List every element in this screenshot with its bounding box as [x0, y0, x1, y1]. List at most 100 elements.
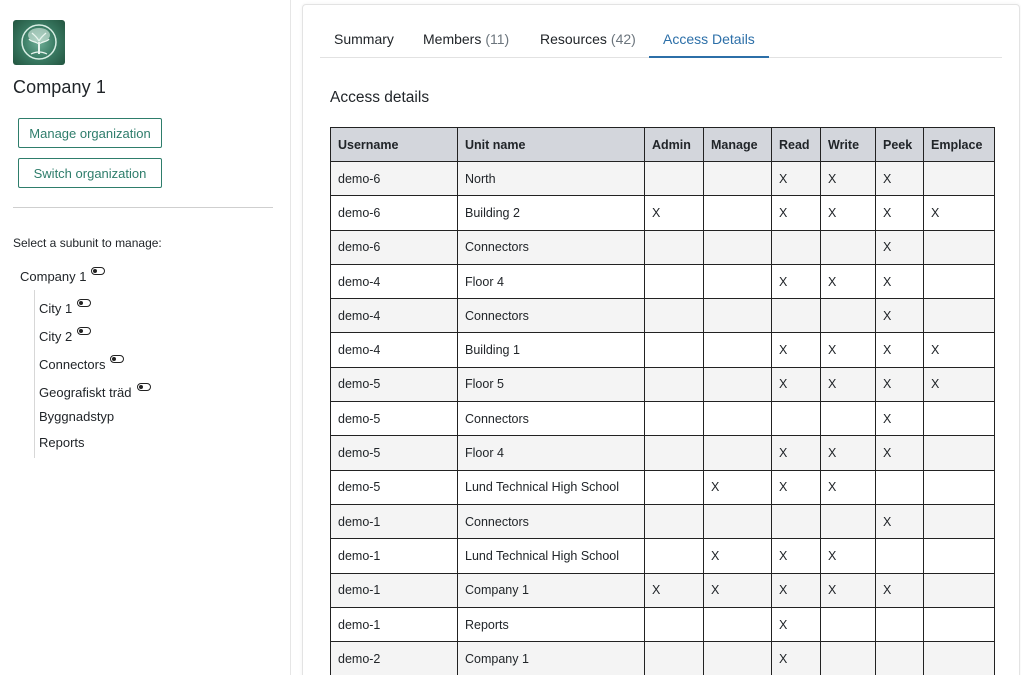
table-cell	[771, 503, 821, 540]
tab-access-details[interactable]: Access Details	[649, 24, 769, 58]
tab-label: Access Details	[663, 31, 755, 47]
table-cell: X	[771, 606, 821, 643]
table-cell: X	[703, 469, 772, 505]
table-cell: X	[820, 572, 876, 608]
table-row: demo-1 Reports X	[330, 606, 995, 643]
tree-connector-line	[34, 290, 35, 458]
table-cell: demo-6	[330, 195, 458, 231]
table-cell: X	[771, 160, 821, 197]
tree-item-city-1[interactable]: City 1	[39, 299, 92, 316]
table-cell: X	[820, 435, 876, 471]
table-cell: X	[771, 538, 821, 574]
toggle-icon[interactable]	[91, 267, 106, 275]
table-cell: Building 1	[457, 332, 645, 368]
table-cell: X	[771, 435, 821, 471]
table-cell: X	[923, 332, 995, 368]
table-cell: X	[771, 195, 821, 231]
column-header[interactable]: Emplace	[923, 127, 995, 162]
table-row: demo-4 Connectors X	[330, 298, 995, 334]
table-cell	[644, 435, 704, 471]
table-cell: X	[703, 538, 772, 574]
tab-resources[interactable]: Resources (42)	[526, 24, 650, 58]
table-cell	[703, 332, 772, 368]
table-cell	[771, 401, 821, 437]
table-cell: X	[875, 298, 924, 334]
table-cell	[771, 298, 821, 334]
table-cell: X	[771, 332, 821, 368]
table-cell	[703, 263, 772, 300]
tab-summary[interactable]: Summary	[320, 24, 408, 58]
table-cell: demo-5	[330, 469, 458, 505]
table-cell	[703, 366, 772, 403]
table-cell: demo-1	[330, 538, 458, 574]
tree-item-geografiskt-trad[interactable]: Geografiskt träd	[39, 383, 151, 400]
table-cell	[875, 469, 924, 505]
column-header[interactable]: Peek	[875, 127, 924, 162]
tree-item-city-2[interactable]: City 2	[39, 327, 92, 344]
table-cell	[875, 538, 924, 574]
table-row: demo-6 Connectors X	[330, 229, 995, 265]
switch-organization-button[interactable]: Switch organization	[18, 158, 162, 188]
table-cell: X	[771, 263, 821, 300]
organization-logo	[13, 20, 65, 65]
table-cell: X	[820, 538, 876, 574]
table-cell	[923, 503, 995, 540]
tree-logo-icon	[21, 24, 57, 60]
tree-item-byggnadstyp[interactable]: Byggnadstyp	[39, 409, 114, 424]
toggle-icon[interactable]	[136, 383, 151, 391]
table-row: demo-4 Building 1XXXX	[330, 332, 995, 368]
table-header-row: Username Unit name Admin Manage Read Wri…	[330, 127, 995, 162]
section-title: Access details	[330, 89, 430, 106]
organization-name: Company 1	[13, 77, 106, 97]
column-header[interactable]: Manage	[703, 127, 772, 162]
access-details-table: Username Unit name Admin Manage Read Wri…	[330, 127, 995, 675]
toggle-icon[interactable]	[110, 355, 125, 363]
tab-count: (42)	[610, 31, 636, 47]
table-cell	[923, 606, 995, 643]
table-cell: demo-4	[330, 298, 458, 334]
table-cell: demo-4	[330, 263, 458, 300]
table-cell	[923, 401, 995, 437]
table-cell: X	[875, 229, 924, 265]
table-cell	[703, 606, 772, 643]
toggle-icon[interactable]	[77, 327, 92, 335]
table-cell	[923, 435, 995, 471]
tree-item-reports[interactable]: Reports	[39, 435, 85, 450]
table-cell	[923, 298, 995, 334]
tab-bar: Summary Members (11) Resources (42) Acce…	[320, 24, 1002, 58]
table-cell: X	[820, 332, 876, 368]
tab-label: Members	[423, 31, 482, 47]
table-cell: X	[771, 366, 821, 403]
tab-members[interactable]: Members (11)	[409, 24, 523, 58]
table-cell: Floor 5	[457, 366, 645, 403]
table-cell	[703, 641, 772, 675]
table-cell: X	[820, 195, 876, 231]
table-row: demo-5 Floor 4XXX	[330, 435, 995, 471]
column-header[interactable]: Username	[330, 127, 458, 162]
table-cell: X	[875, 263, 924, 300]
tree-item-connectors[interactable]: Connectors	[39, 355, 125, 372]
table-cell: Connectors	[457, 503, 645, 540]
table-cell	[644, 263, 704, 300]
toggle-icon[interactable]	[77, 299, 92, 307]
column-header[interactable]: Unit name	[457, 127, 645, 162]
table-cell: demo-4	[330, 332, 458, 368]
table-cell: demo-5	[330, 366, 458, 403]
tree-item-label: Byggnadstyp	[39, 409, 115, 424]
subunit-prompt: Select a subunit to manage:	[13, 236, 162, 250]
tree-item-label: City 2	[39, 329, 73, 344]
table-row: demo-5 Connectors X	[330, 401, 995, 437]
table-cell	[644, 366, 704, 403]
table-cell	[923, 572, 995, 608]
column-header[interactable]: Write	[820, 127, 876, 162]
table-cell	[703, 298, 772, 334]
column-header[interactable]: Read	[771, 127, 821, 162]
table-cell	[703, 503, 772, 540]
column-header[interactable]: Admin	[644, 127, 704, 162]
tree-root-item[interactable]: Company 1	[20, 267, 106, 284]
table-cell: X	[875, 435, 924, 471]
table-cell: X	[771, 641, 821, 675]
table-cell	[644, 606, 704, 643]
manage-organization-button[interactable]: Manage organization	[18, 118, 162, 148]
table-cell	[923, 160, 995, 197]
